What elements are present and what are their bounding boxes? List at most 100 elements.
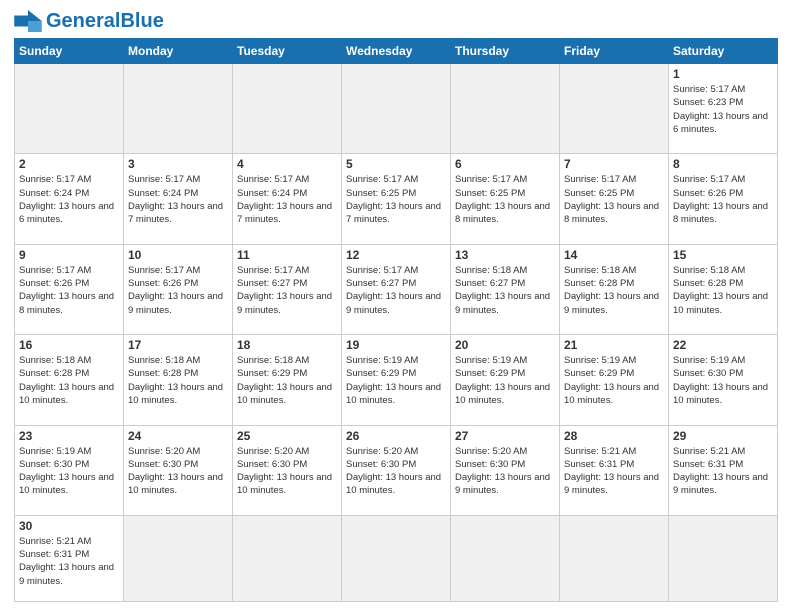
logo-icon [14, 10, 42, 32]
calendar-cell [342, 64, 451, 154]
day-info: Sunrise: 5:17 AM Sunset: 6:26 PM Dayligh… [128, 264, 228, 317]
day-info: Sunrise: 5:20 AM Sunset: 6:30 PM Dayligh… [455, 445, 555, 498]
day-info: Sunrise: 5:18 AM Sunset: 6:27 PM Dayligh… [455, 264, 555, 317]
day-number: 15 [673, 248, 773, 262]
day-info: Sunrise: 5:18 AM Sunset: 6:28 PM Dayligh… [673, 264, 773, 317]
calendar-cell: 6 Sunrise: 5:17 AM Sunset: 6:25 PM Daylig… [451, 154, 560, 244]
day-number: 6 [455, 157, 555, 171]
logo: GeneralBlue [14, 10, 164, 32]
day-info: Sunrise: 5:18 AM Sunset: 6:28 PM Dayligh… [19, 354, 119, 407]
calendar-cell: 9 Sunrise: 5:17 AM Sunset: 6:26 PM Daylig… [15, 244, 124, 334]
day-number: 26 [346, 429, 446, 443]
calendar-cell: 12 Sunrise: 5:17 AM Sunset: 6:27 PM Dayli… [342, 244, 451, 334]
day-number: 24 [128, 429, 228, 443]
calendar-header-row: Sunday Monday Tuesday Wednesday Thursday… [15, 39, 778, 64]
day-info: Sunrise: 5:21 AM Sunset: 6:31 PM Dayligh… [673, 445, 773, 498]
calendar-cell [233, 64, 342, 154]
day-number: 2 [19, 157, 119, 171]
col-thursday: Thursday [451, 39, 560, 64]
calendar-cell: 17 Sunrise: 5:18 AM Sunset: 6:28 PM Dayli… [124, 335, 233, 425]
day-info: Sunrise: 5:19 AM Sunset: 6:30 PM Dayligh… [673, 354, 773, 407]
day-info: Sunrise: 5:19 AM Sunset: 6:30 PM Dayligh… [19, 445, 119, 498]
calendar-cell: 13Sunrise: 5:18 AM Sunset: 6:27 PM Dayli… [451, 244, 560, 334]
day-info: Sunrise: 5:17 AM Sunset: 6:25 PM Dayligh… [455, 173, 555, 226]
day-number: 4 [237, 157, 337, 171]
day-info: Sunrise: 5:21 AM Sunset: 6:31 PM Dayligh… [19, 535, 119, 588]
day-number: 19 [346, 338, 446, 352]
day-info: Sunrise: 5:20 AM Sunset: 6:30 PM Dayligh… [346, 445, 446, 498]
day-number: 21 [564, 338, 664, 352]
day-number: 5 [346, 157, 446, 171]
day-info: Sunrise: 5:17 AM Sunset: 6:27 PM Dayligh… [237, 264, 337, 317]
col-monday: Monday [124, 39, 233, 64]
calendar-cell [560, 515, 669, 601]
calendar-cell: 3 Sunrise: 5:17 AM Sunset: 6:24 PM Daylig… [124, 154, 233, 244]
calendar-cell [124, 515, 233, 601]
calendar-cell [669, 515, 778, 601]
day-info: Sunrise: 5:18 AM Sunset: 6:28 PM Dayligh… [564, 264, 664, 317]
day-info: Sunrise: 5:17 AM Sunset: 6:26 PM Dayligh… [19, 264, 119, 317]
calendar-cell: 1 Sunrise: 5:17 AM Sunset: 6:23 PM Daylig… [669, 64, 778, 154]
calendar-cell: 11 Sunrise: 5:17 AM Sunset: 6:27 PM Dayli… [233, 244, 342, 334]
calendar-cell: 30 Sunrise: 5:21 AM Sunset: 6:31 PM Dayli… [15, 515, 124, 601]
col-friday: Friday [560, 39, 669, 64]
day-info: Sunrise: 5:17 AM Sunset: 6:23 PM Dayligh… [673, 83, 773, 136]
calendar-cell: 4Sunrise: 5:17 AM Sunset: 6:24 PM Daylig… [233, 154, 342, 244]
day-info: Sunrise: 5:17 AM Sunset: 6:25 PM Dayligh… [564, 173, 664, 226]
calendar-cell [560, 64, 669, 154]
col-saturday: Saturday [669, 39, 778, 64]
calendar-cell [233, 515, 342, 601]
day-number: 10 [128, 248, 228, 262]
calendar-cell [124, 64, 233, 154]
col-wednesday: Wednesday [342, 39, 451, 64]
day-number: 16 [19, 338, 119, 352]
day-number: 12 [346, 248, 446, 262]
calendar-cell [15, 64, 124, 154]
calendar-cell: 20Sunrise: 5:19 AM Sunset: 6:29 PM Dayli… [451, 335, 560, 425]
logo-blue: Blue [120, 10, 163, 32]
calendar-cell: 10 Sunrise: 5:17 AM Sunset: 6:26 PM Dayli… [124, 244, 233, 334]
calendar-cell: 21 Sunrise: 5:19 AM Sunset: 6:29 PM Dayli… [560, 335, 669, 425]
day-info: Sunrise: 5:17 AM Sunset: 6:24 PM Dayligh… [128, 173, 228, 226]
page: GeneralBlue Sunday Monday Tuesday Wednes… [0, 0, 792, 612]
calendar-cell: 7 Sunrise: 5:17 AM Sunset: 6:25 PM Daylig… [560, 154, 669, 244]
day-info: Sunrise: 5:17 AM Sunset: 6:26 PM Dayligh… [673, 173, 773, 226]
day-info: Sunrise: 5:20 AM Sunset: 6:30 PM Dayligh… [237, 445, 337, 498]
calendar-cell: 25 Sunrise: 5:20 AM Sunset: 6:30 PM Dayli… [233, 425, 342, 515]
day-info: Sunrise: 5:18 AM Sunset: 6:28 PM Dayligh… [128, 354, 228, 407]
day-info: Sunrise: 5:17 AM Sunset: 6:24 PM Dayligh… [19, 173, 119, 226]
day-number: 7 [564, 157, 664, 171]
day-info: Sunrise: 5:19 AM Sunset: 6:29 PM Dayligh… [455, 354, 555, 407]
calendar-cell: 22Sunrise: 5:19 AM Sunset: 6:30 PM Dayli… [669, 335, 778, 425]
calendar-cell: 24 Sunrise: 5:20 AM Sunset: 6:30 PM Dayli… [124, 425, 233, 515]
day-number: 29 [673, 429, 773, 443]
day-number: 14 [564, 248, 664, 262]
day-number: 1 [673, 67, 773, 81]
day-info: Sunrise: 5:20 AM Sunset: 6:30 PM Dayligh… [128, 445, 228, 498]
day-number: 18 [237, 338, 337, 352]
day-number: 25 [237, 429, 337, 443]
day-number: 30 [19, 519, 119, 533]
day-number: 27 [455, 429, 555, 443]
day-info: Sunrise: 5:19 AM Sunset: 6:29 PM Dayligh… [346, 354, 446, 407]
calendar-cell [451, 64, 560, 154]
day-info: Sunrise: 5:19 AM Sunset: 6:29 PM Dayligh… [564, 354, 664, 407]
calendar-cell: 16 Sunrise: 5:18 AM Sunset: 6:28 PM Dayli… [15, 335, 124, 425]
calendar-cell: 2 Sunrise: 5:17 AM Sunset: 6:24 PM Daylig… [15, 154, 124, 244]
day-number: 11 [237, 248, 337, 262]
calendar-cell: 15 Sunrise: 5:18 AM Sunset: 6:28 PM Dayli… [669, 244, 778, 334]
logo-general: General [46, 10, 120, 32]
day-number: 8 [673, 157, 773, 171]
calendar-cell: 18Sunrise: 5:18 AM Sunset: 6:29 PM Dayli… [233, 335, 342, 425]
calendar-cell: 29 Sunrise: 5:21 AM Sunset: 6:31 PM Dayli… [669, 425, 778, 515]
calendar-cell: 19 Sunrise: 5:19 AM Sunset: 6:29 PM Dayli… [342, 335, 451, 425]
day-info: Sunrise: 5:17 AM Sunset: 6:27 PM Dayligh… [346, 264, 446, 317]
calendar-cell: 23 Sunrise: 5:19 AM Sunset: 6:30 PM Dayli… [15, 425, 124, 515]
day-number: 23 [19, 429, 119, 443]
day-number: 17 [128, 338, 228, 352]
calendar-table: Sunday Monday Tuesday Wednesday Thursday… [14, 38, 778, 602]
logo-text: GeneralBlue [46, 11, 164, 31]
calendar-cell [342, 515, 451, 601]
day-number: 9 [19, 248, 119, 262]
day-number: 3 [128, 157, 228, 171]
